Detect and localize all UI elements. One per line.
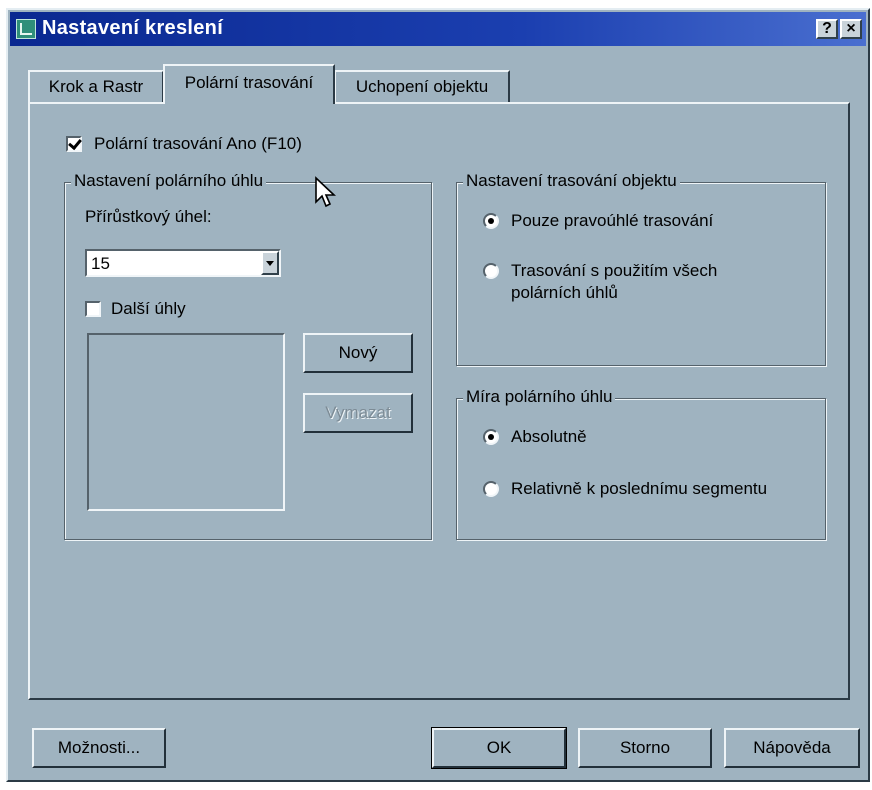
polar-angle-settings-group: Nastavení polárního úhlu Přírůstkový úhe… — [64, 171, 432, 540]
delete-angle-button[interactable]: Vymazat — [303, 393, 413, 433]
options-button[interactable]: Možnosti... — [32, 728, 166, 768]
ok-button[interactable]: OK — [431, 727, 567, 769]
object-tracking-group: Nastavení trasování objektu Pouze pravoú… — [456, 171, 826, 366]
help-title-button[interactable]: ? — [816, 19, 838, 39]
polar-tracking-checkbox[interactable] — [66, 136, 82, 152]
increment-angle-label: Přírůstkový úhel: — [85, 207, 212, 226]
polar-tracking-label: Polární trasování Ano (F10) — [94, 134, 302, 153]
title-bar[interactable]: Nastavení kreslení ? × — [10, 12, 866, 46]
absolute-label: Absolutně — [511, 427, 587, 446]
window-title: Nastavení kreslení — [42, 17, 224, 39]
all-polar-tracking-label-line2: polárních úhlů — [511, 283, 618, 302]
absolute-radio[interactable] — [483, 429, 499, 445]
relative-label: Relativně k poslednímu segmentu — [511, 479, 768, 498]
relative-radio[interactable] — [483, 481, 499, 497]
orthogonal-tracking-radio[interactable] — [483, 213, 499, 229]
increment-angle-value: 15 — [91, 254, 110, 273]
polar-measure-legend: Míra polárního úhlu — [463, 387, 616, 407]
cancel-button[interactable]: Storno — [578, 728, 712, 768]
tab-object-snap[interactable]: Uchopení objektu — [334, 70, 510, 104]
tab-polar-tracking[interactable]: Polární trasování — [163, 64, 335, 104]
object-tracking-legend: Nastavení trasování objektu — [463, 171, 680, 191]
orthogonal-tracking-label: Pouze pravoúhlé trasování — [511, 211, 714, 230]
tab-snap-grid[interactable]: Krok a Rastr — [28, 70, 164, 104]
all-polar-tracking-radio[interactable] — [483, 263, 499, 279]
app-icon — [16, 19, 36, 39]
mouse-cursor-icon — [315, 176, 337, 208]
increment-angle-select[interactable]: 15 — [85, 249, 281, 277]
polar-angle-settings-legend: Nastavení polárního úhlu — [71, 171, 267, 191]
additional-angles-checkbox[interactable] — [85, 301, 101, 317]
additional-angles-label: Další úhly — [111, 299, 186, 318]
tab-panel: Polární trasování Ano (F10) Nastavení po… — [28, 102, 850, 700]
help-button[interactable]: Nápověda — [724, 728, 860, 768]
close-button[interactable]: × — [840, 19, 862, 39]
additional-angles-list[interactable] — [87, 333, 285, 511]
chevron-down-icon[interactable] — [261, 251, 279, 275]
polar-measure-group: Míra polárního úhlu Absolutně Relativně … — [456, 387, 826, 540]
all-polar-tracking-label-line1: Trasování s použitím všech — [511, 261, 718, 280]
new-angle-button[interactable]: Nový — [303, 333, 413, 373]
